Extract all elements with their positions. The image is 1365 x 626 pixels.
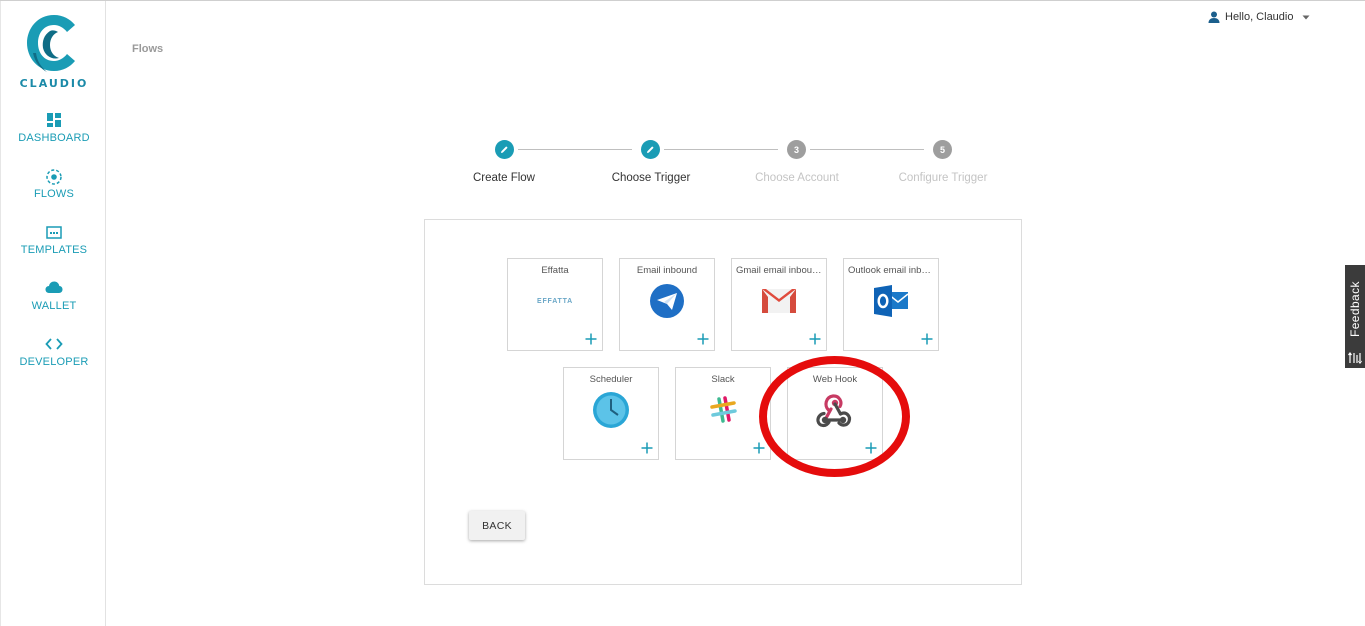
cloud-icon [1,280,107,298]
add-icon[interactable] [921,333,933,345]
add-icon[interactable] [697,333,709,345]
top-border [0,0,1365,1]
sidebar-item-developer[interactable]: DEVELOPER [1,336,107,368]
webhook-icon [816,394,852,428]
code-icon [1,336,107,354]
feedback-label: Feedback [1348,281,1362,337]
trigger-card-scheduler[interactable]: Scheduler [563,367,659,460]
step-label-choose-trigger: Choose Trigger [611,172,691,184]
back-button[interactable]: BACK [469,511,525,540]
step-marker-configure-trigger: 5 [933,140,952,159]
effatta-logo-text: EFFATTA [536,297,574,305]
add-icon[interactable] [585,333,597,345]
step-marker-create-flow [495,140,514,159]
dashboard-icon [1,112,107,130]
templates-icon [1,224,107,242]
trigger-card-slack[interactable]: Slack [675,367,771,460]
user-greeting: Hello, Claudio [1225,11,1294,23]
trigger-card-effatta[interactable]: Effatta EFFATTA [507,258,603,351]
sidebar-item-wallet[interactable]: WALLET [1,280,107,312]
clock-icon [593,392,629,428]
sidebar-item-label: WALLET [31,300,77,312]
trigger-card-title: Effatta [541,265,569,276]
step-marker-choose-trigger [641,140,660,159]
feedback-tab[interactable]: Feedback [1345,265,1365,368]
step-connector [664,149,778,150]
sidebar-item-label: DASHBOARD [18,132,90,144]
sidebar-item-label: DEVELOPER [19,356,89,368]
step-marker-choose-account: 3 [787,140,806,159]
trigger-card-email-inbound[interactable]: Email inbound [619,258,715,351]
chevron-down-icon [1302,15,1310,19]
sidebar: CLAUDIO DASHBOARD FLOWS TEMPLATES WALLET… [0,1,106,626]
effatta-logo-icon: EFFATTA [508,283,602,319]
sidebar-item-flows[interactable]: FLOWS [1,168,107,200]
sidebar-item-label: TEMPLATES [20,244,88,256]
trigger-card-title: Outlook email inbound [848,265,934,276]
pencil-icon [501,146,508,153]
step-label-choose-account: Choose Account [755,172,839,184]
trigger-card-title: Email inbound [636,265,698,276]
slack-icon [710,396,737,423]
trigger-card-gmail[interactable]: Gmail email inbound [731,258,827,351]
logo-text: CLAUDIO [19,77,89,90]
user-menu[interactable]: Hello, Claudio [1208,9,1310,25]
breadcrumb: Flows [132,43,164,55]
trigger-card-title: Gmail email inbound [736,265,822,276]
email-inbound-icon [650,284,684,318]
gmail-icon [762,289,796,313]
outlook-icon [874,285,909,317]
user-icon [1208,11,1220,23]
add-icon[interactable] [753,442,765,454]
trigger-card-outlook[interactable]: Outlook email inbound [843,258,939,351]
trigger-card-title: Slack [711,374,735,385]
sidebar-item-label: FLOWS [33,188,75,200]
step-label-configure-trigger: Configure Trigger [898,172,988,184]
trigger-card-title: Web Hook [812,374,858,385]
step-connector [518,149,632,150]
claudio-logo[interactable]: CLAUDIO [1,11,107,95]
sidebar-item-templates[interactable]: TEMPLATES [1,224,107,256]
sidebar-item-dashboard[interactable]: DASHBOARD [1,112,107,144]
feedback-icon [1348,352,1362,364]
step-connector [810,149,924,150]
add-icon[interactable] [809,333,821,345]
trigger-card-title: Scheduler [589,374,633,385]
step-label-create-flow: Create Flow [473,172,535,184]
add-icon[interactable] [641,442,653,454]
trigger-card-webhook[interactable]: Web Hook [787,367,883,460]
flows-icon [1,168,107,186]
pencil-icon [647,146,654,153]
claudio-logo-icon [27,15,75,72]
add-icon[interactable] [865,442,877,454]
